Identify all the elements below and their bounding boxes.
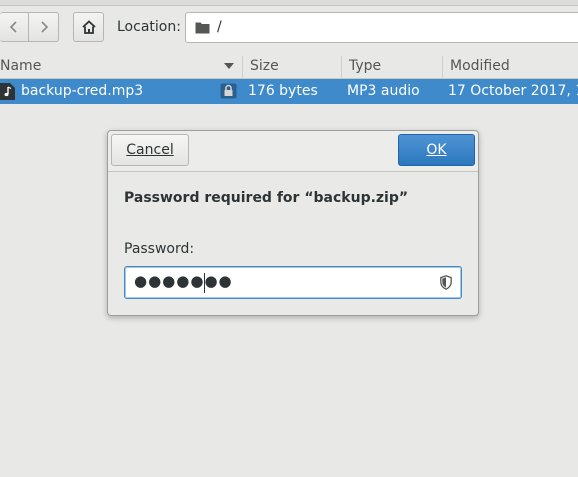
chevron-left-icon bbox=[9, 21, 17, 33]
back-button[interactable] bbox=[0, 12, 29, 42]
cancel-button-label: Cancel bbox=[126, 142, 174, 158]
password-dialog: Cancel OK Password required for “backup.… bbox=[107, 130, 479, 316]
password-label: Password: bbox=[124, 241, 194, 257]
history-nav-group bbox=[0, 12, 59, 42]
folder-icon bbox=[195, 22, 210, 34]
chevron-right-icon bbox=[40, 21, 48, 33]
column-header-modified[interactable]: Modified bbox=[443, 56, 578, 78]
lock-icon bbox=[220, 83, 237, 99]
file-size: 176 bytes bbox=[248, 83, 318, 99]
column-header-type[interactable]: Type bbox=[342, 56, 442, 78]
home-icon bbox=[81, 20, 96, 34]
file-modified: 17 October 2017, 1… bbox=[448, 83, 578, 99]
forward-button[interactable] bbox=[29, 12, 59, 42]
file-name: backup-cred.mp3 bbox=[21, 83, 144, 99]
cancel-button[interactable]: Cancel bbox=[111, 134, 189, 166]
ok-button[interactable]: OK bbox=[398, 134, 475, 166]
file-list-header: Name Size Type Modified bbox=[0, 56, 578, 79]
audio-file-icon bbox=[0, 83, 15, 100]
location-field[interactable]: / bbox=[185, 12, 578, 43]
column-header-size-label: Size bbox=[250, 58, 279, 74]
file-row[interactable]: backup-cred.mp3 176 bytes MP3 audio 17 O… bbox=[0, 79, 578, 104]
location-path: / bbox=[217, 19, 222, 35]
text-caret bbox=[204, 273, 205, 293]
password-label-text: Password: bbox=[124, 241, 195, 257]
column-header-name-label: Name bbox=[0, 58, 42, 74]
home-button[interactable] bbox=[73, 12, 104, 42]
dialog-header: Cancel OK bbox=[108, 131, 478, 172]
shield-icon[interactable] bbox=[440, 275, 452, 290]
file-type: MP3 audio bbox=[347, 83, 420, 99]
column-header-size[interactable]: Size bbox=[243, 56, 341, 78]
toolbar: Location: / bbox=[0, 0, 578, 57]
password-mask: ●●●●●●● bbox=[134, 272, 233, 290]
location-label: Location: bbox=[117, 19, 181, 35]
column-header-type-label: Type bbox=[349, 58, 382, 74]
column-header-name[interactable]: Name bbox=[0, 56, 242, 78]
ok-button-label: OK bbox=[426, 142, 447, 158]
sort-descending-icon bbox=[224, 63, 234, 69]
column-header-modified-label: Modified bbox=[450, 58, 510, 74]
dialog-message: Password required for “backup.zip” bbox=[124, 190, 409, 206]
window-top-edge bbox=[0, 0, 578, 6]
password-input[interactable]: ●●●●●●● bbox=[124, 266, 462, 299]
